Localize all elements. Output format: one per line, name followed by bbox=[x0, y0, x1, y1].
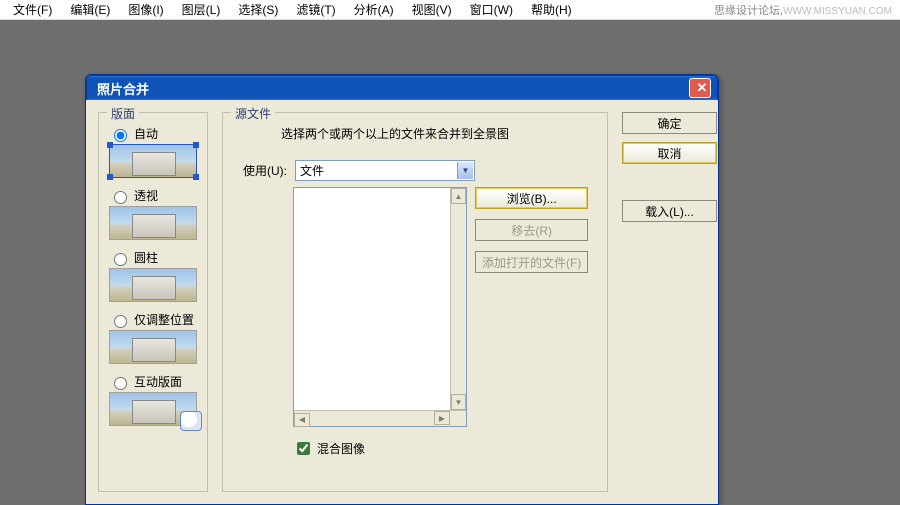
thumb-perspective[interactable] bbox=[109, 206, 197, 240]
close-icon: ✕ bbox=[697, 80, 708, 96]
menu-image[interactable]: 图像(I) bbox=[119, 0, 172, 20]
radio-reposition[interactable] bbox=[114, 315, 127, 328]
scroll-down-icon[interactable]: ▼ bbox=[451, 394, 466, 410]
menu-view[interactable]: 视图(V) bbox=[403, 0, 461, 20]
thumb-auto[interactable] bbox=[109, 144, 197, 178]
thumb-reposition[interactable] bbox=[109, 330, 197, 364]
menu-filter[interactable]: 滤镜(T) bbox=[287, 0, 344, 20]
dialog-right-buttons: 确定 取消 载入(L)... bbox=[622, 112, 706, 492]
menu-select[interactable]: 选择(S) bbox=[229, 0, 287, 20]
use-select[interactable]: 文件 ▼ bbox=[295, 160, 475, 181]
scrollbar-horizontal[interactable]: ◀ ▶ bbox=[294, 410, 466, 426]
radio-perspective-label: 透视 bbox=[134, 187, 158, 204]
radio-auto-label: 自动 bbox=[134, 125, 158, 142]
ok-button[interactable]: 确定 bbox=[622, 112, 717, 134]
app-menubar: 文件(F) 编辑(E) 图像(I) 图层(L) 选择(S) 滤镜(T) 分析(A… bbox=[0, 0, 900, 20]
dialog-title: 照片合并 bbox=[97, 79, 149, 98]
remove-button: 移去(R) bbox=[475, 219, 588, 241]
blend-label: 混合图像 bbox=[317, 440, 365, 457]
add-open-files-button: 添加打开的文件(F) bbox=[475, 251, 588, 273]
watermark: 思缘设计论坛,WWW.MISSYUAN.COM bbox=[714, 2, 896, 18]
browse-button[interactable]: 浏览(B)... bbox=[475, 187, 588, 209]
thumb-interactive[interactable] bbox=[109, 392, 197, 426]
menu-window[interactable]: 窗口(W) bbox=[461, 0, 522, 20]
source-description: 选择两个或两个以上的文件来合并到全景图 bbox=[233, 125, 597, 142]
layout-panel: 版面 自动 透视 圆柱 仅调整位置 bbox=[98, 112, 208, 492]
scroll-up-icon[interactable]: ▲ bbox=[451, 188, 466, 204]
source-panel: 源文件 选择两个或两个以上的文件来合并到全景图 使用(U): 文件 ▼ ▲ ▼ … bbox=[222, 112, 608, 492]
radio-cylinder-label: 圆柱 bbox=[134, 249, 158, 266]
menu-layer[interactable]: 图层(L) bbox=[173, 0, 230, 20]
radio-interactive[interactable] bbox=[114, 377, 127, 390]
cancel-button[interactable]: 取消 bbox=[622, 142, 717, 164]
menu-help[interactable]: 帮助(H) bbox=[522, 0, 581, 20]
radio-perspective[interactable] bbox=[114, 191, 127, 204]
source-legend: 源文件 bbox=[231, 105, 275, 122]
close-button[interactable]: ✕ bbox=[689, 78, 711, 98]
menu-analysis[interactable]: 分析(A) bbox=[345, 0, 403, 20]
scroll-left-icon[interactable]: ◀ bbox=[294, 413, 310, 427]
radio-auto[interactable] bbox=[114, 129, 127, 142]
use-select-value: 文件 bbox=[300, 162, 324, 179]
menu-file[interactable]: 文件(F) bbox=[4, 0, 61, 20]
scrollbar-vertical[interactable]: ▲ ▼ bbox=[450, 188, 466, 410]
layout-legend: 版面 bbox=[107, 105, 139, 122]
menu-edit[interactable]: 编辑(E) bbox=[61, 0, 119, 20]
chevron-down-icon: ▼ bbox=[457, 162, 473, 179]
file-listbox[interactable]: ▲ ▼ ◀ ▶ bbox=[293, 187, 467, 427]
photomerge-dialog: 照片合并 ✕ 版面 自动 透视 圆柱 bbox=[85, 74, 719, 505]
radio-cylinder[interactable] bbox=[114, 253, 127, 266]
radio-reposition-label: 仅调整位置 bbox=[134, 311, 194, 328]
load-button[interactable]: 载入(L)... bbox=[622, 200, 717, 222]
use-label: 使用(U): bbox=[233, 162, 287, 179]
thumb-cylinder[interactable] bbox=[109, 268, 197, 302]
dialog-titlebar[interactable]: 照片合并 ✕ bbox=[86, 75, 718, 100]
cursor-hand-icon bbox=[180, 411, 202, 431]
radio-interactive-label: 互动版面 bbox=[134, 373, 182, 390]
blend-checkbox[interactable] bbox=[297, 442, 310, 455]
scroll-right-icon[interactable]: ▶ bbox=[434, 411, 450, 425]
